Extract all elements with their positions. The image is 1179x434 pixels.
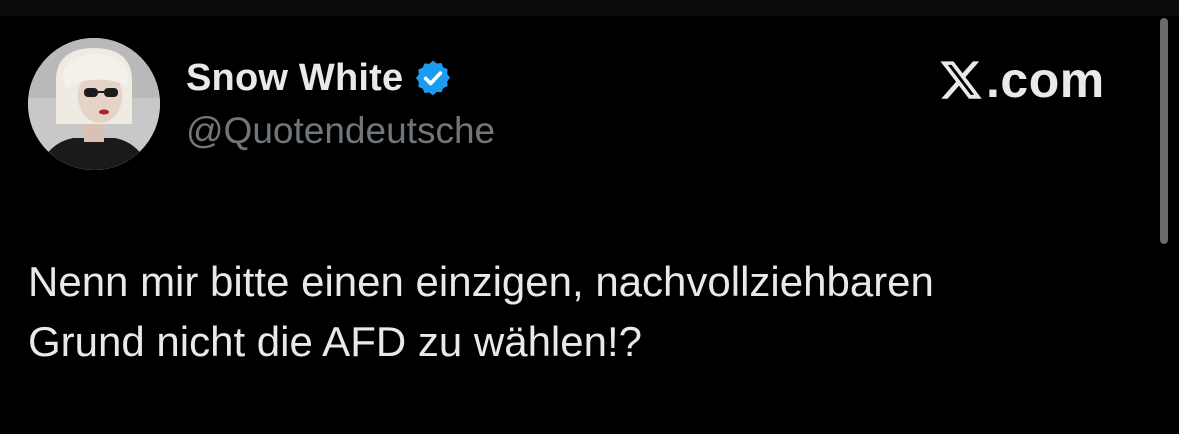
brand-domain: .com [986, 52, 1105, 108]
display-name[interactable]: Snow White [186, 57, 403, 100]
author-row: Snow White [186, 56, 453, 100]
post-text: Nenn mir bitte einen einzigen, nachvollz… [28, 252, 1148, 372]
top-strip [0, 0, 1179, 16]
verified-badge-icon [413, 58, 453, 98]
handle[interactable]: @Quotendeutsche [186, 110, 495, 152]
scrollbar[interactable] [1160, 18, 1168, 244]
x-logo-icon [940, 61, 982, 99]
profile-photo [28, 38, 160, 170]
brand-logo: .com [938, 52, 1105, 108]
post-text-line: Nenn mir bitte einen einzigen, nachvollz… [28, 258, 934, 305]
post-text-line: Grund nicht die AFD zu wählen!? [28, 318, 643, 365]
avatar[interactable] [28, 38, 160, 170]
